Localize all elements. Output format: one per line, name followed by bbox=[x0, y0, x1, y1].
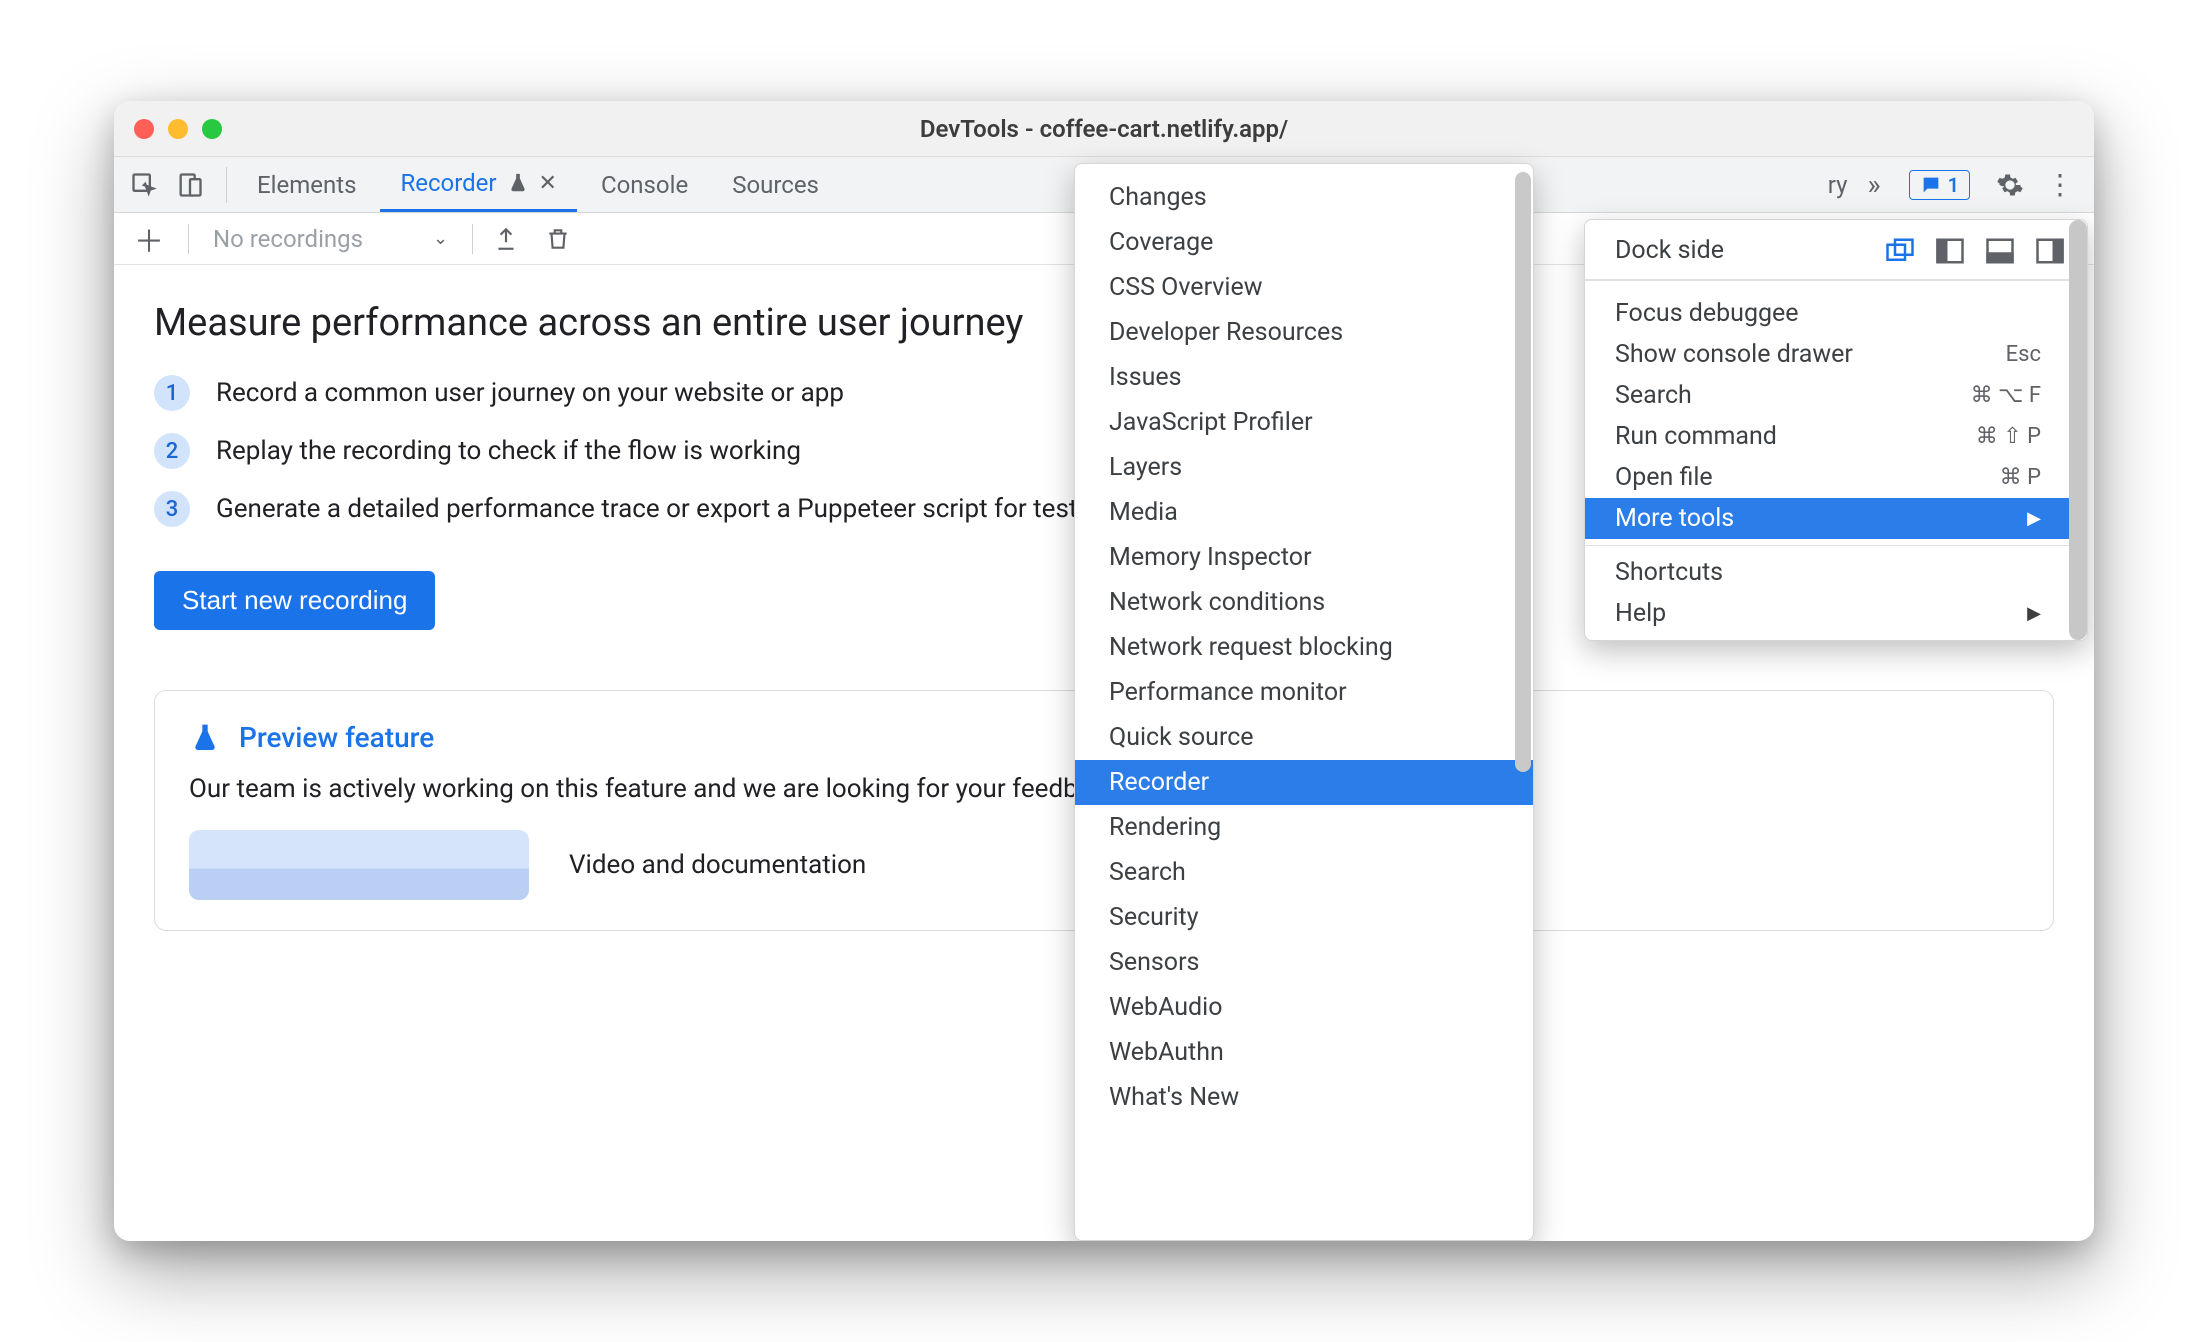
more-tools-item[interactable]: Issues bbox=[1075, 355, 1533, 400]
more-tools-item[interactable]: Performance monitor bbox=[1075, 670, 1533, 715]
menu-focus-debuggee[interactable]: Focus debuggee bbox=[1585, 293, 2087, 334]
menu-scrollbar[interactable] bbox=[2069, 220, 2087, 640]
more-tools-item[interactable]: Sensors bbox=[1075, 940, 1533, 985]
step-text: Record a common user journey on your web… bbox=[216, 378, 844, 408]
issues-badge[interactable]: 1 bbox=[1909, 170, 1970, 200]
flask-icon bbox=[507, 172, 529, 194]
window-title: DevTools - coffee-cart.netlify.app/ bbox=[114, 115, 2094, 143]
menu-open-file[interactable]: Open file⌘ P bbox=[1585, 457, 2087, 498]
more-tools-submenu: AnimationsChangesCoverageCSS OverviewDev… bbox=[1074, 163, 1534, 1241]
more-tools-item[interactable]: Changes bbox=[1075, 175, 1533, 220]
new-recording-icon[interactable]: ＋ bbox=[124, 217, 174, 261]
scrollbar-thumb[interactable] bbox=[1515, 172, 1531, 772]
menu-separator bbox=[1585, 545, 2087, 546]
dock-undock-icon[interactable] bbox=[1885, 237, 1915, 265]
delete-icon[interactable] bbox=[539, 226, 577, 252]
more-tools-item[interactable]: Network conditions bbox=[1075, 580, 1533, 625]
menu-help[interactable]: Help▶ bbox=[1585, 593, 2087, 634]
more-tools-item[interactable]: Developer Resources bbox=[1075, 310, 1533, 355]
tab-recorder[interactable]: Recorder ✕ bbox=[380, 157, 577, 212]
more-tools-item[interactable]: Media bbox=[1075, 490, 1533, 535]
flask-icon bbox=[189, 722, 221, 754]
more-tools-item[interactable]: Layers bbox=[1075, 445, 1533, 490]
dock-bottom-icon[interactable] bbox=[1985, 237, 2015, 265]
device-toolbar-icon[interactable] bbox=[176, 171, 204, 199]
more-tools-item[interactable]: Quick source bbox=[1075, 715, 1533, 760]
menu-more-tools[interactable]: More tools▶ bbox=[1585, 498, 2087, 539]
issues-count: 1 bbox=[1948, 173, 1959, 197]
tab-overflow-peek[interactable]: ry bbox=[1822, 157, 1854, 212]
step-text: Generate a detailed performance trace or… bbox=[216, 494, 1113, 524]
step-text: Replay the recording to check if the flo… bbox=[216, 436, 801, 466]
more-tools-item[interactable]: Rendering bbox=[1075, 805, 1533, 850]
video-doc-label: Video and documentation bbox=[569, 850, 866, 880]
tab-label: Recorder bbox=[400, 169, 496, 197]
submenu-arrow-icon: ▶ bbox=[2027, 603, 2041, 624]
menu-shortcuts[interactable]: Shortcuts bbox=[1585, 552, 2087, 593]
more-tabs-icon[interactable]: » bbox=[1857, 168, 1890, 201]
divider bbox=[472, 224, 473, 254]
start-recording-button[interactable]: Start new recording bbox=[154, 571, 435, 630]
settings-gear-icon[interactable] bbox=[1996, 171, 2024, 199]
recording-placeholder: No recordings bbox=[213, 225, 363, 253]
recording-selector[interactable]: No recordings ⌄ bbox=[203, 225, 458, 253]
step-number: 2 bbox=[154, 433, 190, 469]
dock-right-icon[interactable] bbox=[2035, 237, 2065, 265]
tab-elements[interactable]: Elements bbox=[237, 157, 376, 212]
menu-run-command[interactable]: Run command⌘ ⇧ P bbox=[1585, 416, 2087, 457]
chevron-down-icon: ⌄ bbox=[433, 228, 448, 249]
menu-show-console-drawer[interactable]: Show console drawerEsc bbox=[1585, 334, 2087, 375]
minimize-window-icon[interactable] bbox=[168, 119, 188, 139]
step-number: 1 bbox=[154, 375, 190, 411]
tab-label: Sources bbox=[732, 171, 819, 199]
more-tools-item[interactable]: What's New bbox=[1075, 1075, 1533, 1120]
menu-separator bbox=[1585, 280, 2087, 281]
close-tab-icon[interactable]: ✕ bbox=[539, 171, 557, 196]
submenu-arrow-icon: ▶ bbox=[2027, 508, 2041, 529]
more-tools-item[interactable]: CSS Overview bbox=[1075, 265, 1533, 310]
more-tools-item[interactable]: Memory Inspector bbox=[1075, 535, 1533, 580]
devtools-window: DevTools - coffee-cart.netlify.app/ Elem… bbox=[114, 101, 2094, 1241]
close-window-icon[interactable] bbox=[134, 119, 154, 139]
more-tools-item[interactable]: Search bbox=[1075, 850, 1533, 895]
submenu-scrollbar[interactable] bbox=[1515, 166, 1531, 1238]
tab-label: Elements bbox=[257, 171, 356, 199]
titlebar: DevTools - coffee-cart.netlify.app/ bbox=[114, 101, 2094, 157]
dock-side-label: Dock side bbox=[1615, 236, 1724, 265]
main-menu: Dock side Focus debuggee Show console dr… bbox=[1584, 219, 2088, 641]
traffic-lights bbox=[134, 119, 222, 139]
menu-search[interactable]: Search⌘ ⌥ F bbox=[1585, 375, 2087, 416]
more-tools-item[interactable]: Coverage bbox=[1075, 220, 1533, 265]
preview-title: Preview feature bbox=[239, 721, 434, 754]
export-icon[interactable] bbox=[487, 226, 525, 252]
dock-left-icon[interactable] bbox=[1935, 237, 1965, 265]
more-options-icon[interactable]: ⋮ bbox=[2036, 168, 2084, 201]
maximize-window-icon[interactable] bbox=[202, 119, 222, 139]
more-tools-item[interactable]: WebAudio bbox=[1075, 985, 1533, 1030]
inspect-element-icon[interactable] bbox=[130, 171, 158, 199]
more-tools-item[interactable]: Animations bbox=[1075, 166, 1533, 175]
more-tools-item[interactable]: Security bbox=[1075, 895, 1533, 940]
tab-label: Console bbox=[601, 171, 688, 199]
tab-sources[interactable]: Sources bbox=[712, 157, 839, 212]
step-number: 3 bbox=[154, 491, 190, 527]
divider bbox=[188, 224, 189, 254]
more-tools-item[interactable]: Network request blocking bbox=[1075, 625, 1533, 670]
more-tools-item[interactable]: JavaScript Profiler bbox=[1075, 400, 1533, 445]
dock-side-row: Dock side bbox=[1585, 226, 2087, 280]
video-thumbnail[interactable] bbox=[189, 830, 529, 900]
scrollbar-thumb[interactable] bbox=[2069, 220, 2087, 640]
divider bbox=[226, 167, 227, 203]
message-icon bbox=[1920, 174, 1942, 196]
tab-console[interactable]: Console bbox=[581, 157, 708, 212]
more-tools-item[interactable]: WebAuthn bbox=[1075, 1030, 1533, 1075]
more-tools-item[interactable]: Recorder bbox=[1075, 760, 1533, 805]
